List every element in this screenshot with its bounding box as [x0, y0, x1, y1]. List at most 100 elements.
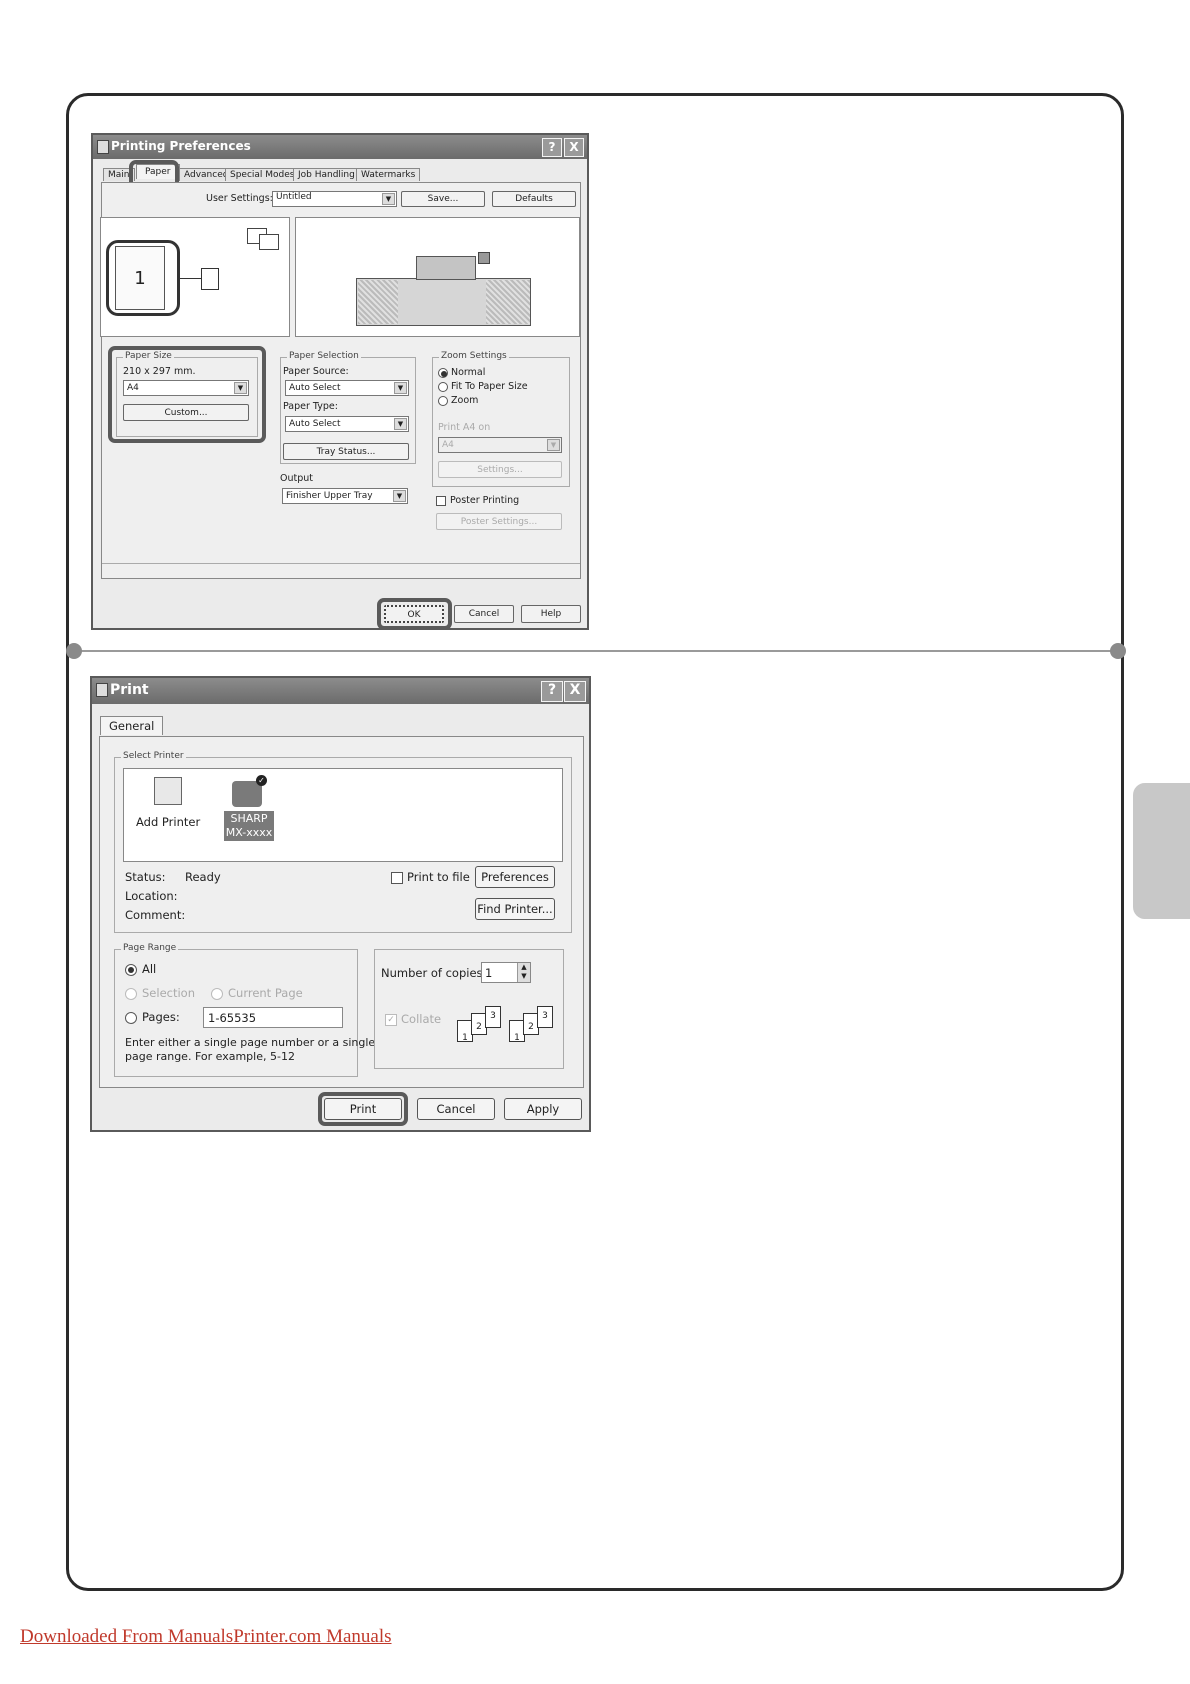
- window-title: Printing Preferences: [111, 139, 251, 153]
- paper-selection-group: Paper Selection Paper Source: Auto Selec…: [280, 351, 416, 464]
- title-bar: Printing Preferences ? X: [93, 135, 587, 159]
- default-check-icon: ✓: [256, 775, 267, 786]
- finisher-icon: [358, 280, 398, 324]
- paper-source-value: Auto Select: [289, 383, 341, 393]
- paper-type-value: Auto Select: [289, 419, 341, 429]
- page-range-hint-line1: Enter either a single page number or a s…: [125, 1036, 376, 1049]
- help-icon[interactable]: ?: [542, 138, 562, 157]
- pages-label: Pages:: [142, 1010, 180, 1024]
- user-settings-value: Untitled: [276, 192, 312, 202]
- page-preview-number: 1: [115, 246, 165, 310]
- side-tab: [1133, 783, 1190, 919]
- close-icon[interactable]: X: [564, 138, 584, 157]
- collate-checkbox[interactable]: ✓: [385, 1014, 397, 1026]
- page-range-group: Page Range All Selection Current Page Pa…: [114, 943, 375, 1077]
- paper-type-select[interactable]: Auto Select ▼: [285, 416, 409, 432]
- paper-selection-legend: Paper Selection: [287, 351, 361, 361]
- footer-link[interactable]: Downloaded From ManualsPrinter.com Manua…: [20, 1626, 392, 1648]
- print-on-value: A4: [442, 440, 454, 450]
- zoom-zoom-radio[interactable]: [438, 396, 448, 406]
- help-icon[interactable]: ?: [541, 681, 563, 702]
- collate-icon: 1 2 3: [457, 1006, 505, 1048]
- zoom-settings-button[interactable]: Settings...: [438, 461, 562, 478]
- page-preview: 1: [100, 217, 290, 337]
- cancel-button[interactable]: Cancel: [417, 1098, 495, 1120]
- print-to-file-checkbox[interactable]: [391, 872, 403, 884]
- find-printer-button[interactable]: Find Printer...: [475, 898, 555, 920]
- print-to-file-label: Print to file: [407, 870, 470, 884]
- current-page-radio[interactable]: [211, 988, 223, 1000]
- collate-icon-2: 1 2 3: [509, 1006, 557, 1048]
- copies-label: Number of copies:: [381, 966, 487, 980]
- paper-tab-panel: User Settings: Untitled ▼ Save... Default…: [100, 182, 581, 579]
- sharp-printer-label[interactable]: SHARP MX-xxxx: [224, 811, 274, 841]
- zoom-settings-group: Zoom Settings Normal Fit To Paper Size Z…: [432, 351, 570, 487]
- add-printer-icon[interactable]: [154, 777, 182, 805]
- defaults-button[interactable]: Defaults: [492, 191, 576, 207]
- all-radio[interactable]: [125, 964, 137, 976]
- status-label: Status:: [125, 870, 166, 884]
- copies-stepper[interactable]: ▲ ▼: [517, 963, 530, 982]
- tab-general[interactable]: General: [100, 716, 164, 735]
- cancel-button[interactable]: Cancel: [454, 605, 514, 623]
- zoom-settings-legend: Zoom Settings: [439, 351, 509, 361]
- select-printer-legend: Select Printer: [121, 751, 186, 761]
- divider-dot-right: [1110, 643, 1126, 659]
- output-select[interactable]: Finisher Upper Tray ▼: [282, 488, 408, 504]
- paper-type-label: Paper Type:: [283, 401, 338, 412]
- printer-icon: [96, 683, 108, 697]
- page-range-hint-line2: page range. For example, 5-12: [125, 1050, 295, 1063]
- chevron-down-icon: ▼: [394, 418, 407, 430]
- apply-button[interactable]: Apply: [504, 1098, 582, 1120]
- add-printer-label[interactable]: Add Printer: [136, 815, 200, 829]
- help-button[interactable]: Help: [521, 605, 581, 623]
- printer-name-line2: MX-xxxx: [225, 826, 273, 839]
- all-label: All: [142, 962, 157, 976]
- divider-dot-left: [66, 643, 82, 659]
- output-label: Output: [280, 473, 313, 484]
- poster-printing-checkbox[interactable]: [436, 496, 446, 506]
- paper-source-label: Paper Source:: [283, 366, 349, 377]
- close-icon[interactable]: X: [564, 681, 586, 702]
- printer-icon: [97, 140, 109, 154]
- paper-feed-icon: [486, 280, 530, 324]
- printer-name-line1: SHARP: [230, 812, 268, 825]
- tray-status-button[interactable]: Tray Status...: [283, 443, 409, 460]
- preferences-button[interactable]: Preferences: [475, 866, 555, 888]
- output-value: Finisher Upper Tray: [286, 491, 373, 501]
- paper-source-select[interactable]: Auto Select ▼: [285, 380, 409, 396]
- comment-label: Comment:: [125, 908, 186, 922]
- general-tab-panel: Select Printer Add Printer ✓ SHARP MX-xx…: [99, 736, 584, 1088]
- user-settings-select[interactable]: Untitled ▼: [272, 191, 397, 207]
- preview-connector: [180, 278, 202, 279]
- pages-input[interactable]: 1-65535: [203, 1007, 343, 1028]
- print-on-label: Print A4 on: [438, 422, 491, 433]
- tab-watermarks[interactable]: Watermarks: [356, 168, 421, 181]
- zoom-fit-radio[interactable]: [438, 382, 448, 392]
- pages-radio[interactable]: [125, 1012, 137, 1024]
- print-button-highlight: [318, 1092, 408, 1126]
- copies-group: Number of copies: 1 ▲ ▼ ✓ Collate 1 2 3 1…: [374, 949, 564, 1069]
- document-icon: [201, 268, 219, 290]
- collate-page-3: 3: [485, 1006, 501, 1028]
- collate-page-3: 3: [537, 1006, 553, 1028]
- selection-label: Selection: [142, 986, 195, 1000]
- zoom-normal-label: Normal: [451, 367, 486, 378]
- poster-printing-label: Poster Printing: [450, 495, 520, 506]
- print-on-select[interactable]: A4 ▼: [438, 437, 562, 453]
- title-bar: Print ? X: [92, 678, 589, 704]
- chevron-down-icon: ▼: [394, 382, 407, 394]
- print-dialog: Print ? X General Select Printer Add Pri…: [90, 676, 591, 1132]
- tab-special-modes[interactable]: Special Modes: [225, 168, 300, 181]
- zoom-normal-radio[interactable]: [438, 368, 448, 378]
- selection-radio[interactable]: [125, 988, 137, 1000]
- paper-size-highlight: [108, 346, 266, 443]
- chevron-down-icon: ▼: [393, 490, 406, 502]
- poster-settings-button[interactable]: Poster Settings...: [436, 513, 562, 530]
- printer-list[interactable]: Add Printer ✓ SHARP MX-xxxx: [123, 768, 563, 862]
- stack-icon-2: [259, 234, 279, 250]
- printing-preferences-window: Printing Preferences ? X Main Paper Adva…: [91, 133, 589, 630]
- panel-separator: [102, 563, 580, 564]
- tab-job-handling[interactable]: Job Handling: [293, 168, 360, 181]
- save-button[interactable]: Save...: [401, 191, 485, 207]
